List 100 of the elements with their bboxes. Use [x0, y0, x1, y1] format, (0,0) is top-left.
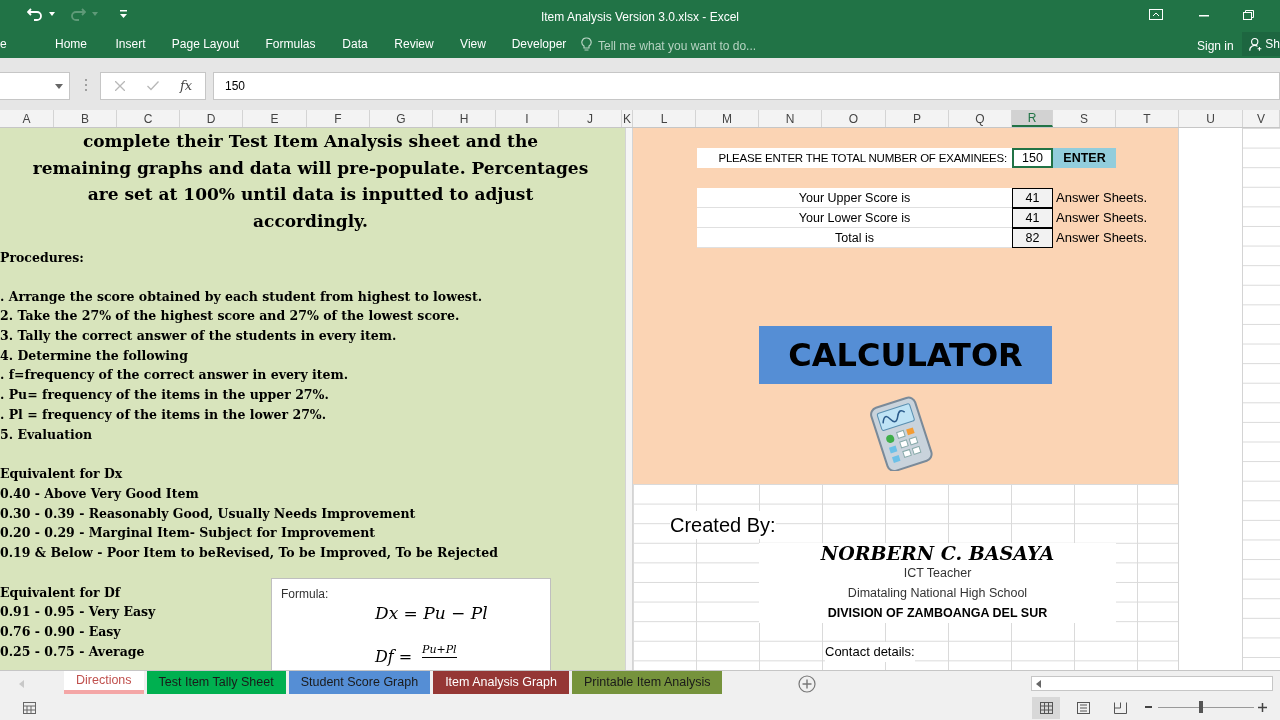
- ribbon-tab[interactable]: Review: [381, 30, 447, 58]
- credit-text: ICT Teacher: [759, 563, 1116, 583]
- result-value: 41: [1012, 188, 1053, 208]
- column-header[interactable]: P: [886, 110, 949, 127]
- column-header[interactable]: C: [117, 110, 180, 127]
- column-header[interactable]: V: [1243, 110, 1280, 127]
- rating-text: 0.30 - 0.39 - Reasonably Good, Usually Needs Improvement: [0, 504, 416, 523]
- column-header[interactable]: G: [370, 110, 433, 127]
- ribbon-display-icon[interactable]: [1149, 9, 1163, 20]
- credits-heading: Created By:: [670, 511, 776, 539]
- formula-input[interactable]: 150: [213, 72, 1280, 100]
- column-header[interactable]: A: [0, 110, 54, 127]
- column-header[interactable]: S: [1053, 110, 1116, 127]
- column-header[interactable]: L: [633, 110, 696, 127]
- ribbon-tab[interactable]: Page Layout: [159, 30, 252, 58]
- zoom-in-icon[interactable]: [1258, 703, 1267, 712]
- formula-value: 150: [225, 78, 246, 95]
- page-layout-icon[interactable]: [1077, 702, 1090, 714]
- lightbulb-icon: [581, 37, 592, 52]
- intro-text: accordingly.: [252, 209, 369, 233]
- column-header[interactable]: R: [1012, 110, 1053, 127]
- sheet-tab[interactable]: Student Score Graph: [288, 671, 431, 694]
- unit-text: Answer Sheets.: [1055, 209, 1148, 227]
- horizontal-scrollbar[interactable]: [1031, 676, 1273, 691]
- column-header[interactable]: N: [759, 110, 822, 127]
- enter-button[interactable]: ENTER: [1053, 148, 1116, 168]
- sheet-tab[interactable]: Printable Item Analysis: [572, 671, 723, 694]
- procedure-step: . Pl = frequency of the items in the lower 27%.: [0, 404, 327, 425]
- checkmark-icon[interactable]: [147, 81, 159, 91]
- sheet-tab[interactable]: Test Item Tally Sheet: [146, 671, 286, 694]
- procedure-step: . f=frequency of the correct answer in every item.: [0, 365, 349, 386]
- credit-text: Dimataling National High School: [759, 583, 1116, 603]
- sign-in-link[interactable]: Sign in: [1197, 37, 1234, 55]
- unit-text: Answer Sheets.: [1055, 229, 1148, 247]
- grid-icon: [1039, 702, 1053, 714]
- contact-label: Contact details:: [825, 642, 915, 662]
- formula-label: Formula:: [281, 586, 329, 603]
- rating-text: 0.91 - 0.95 - Very Easy: [0, 603, 156, 622]
- ribbon-tab[interactable]: Formulas: [252, 30, 329, 58]
- section-heading: Equivalent for Dx: [0, 465, 123, 484]
- ribbon-tab[interactable]: Developer: [499, 30, 579, 58]
- author-name: NORBERN C. BASAYA: [759, 543, 1116, 563]
- person-add-icon: [1249, 36, 1263, 52]
- ribbon-tab[interactable]: e: [0, 30, 40, 58]
- slider-thumb[interactable]: [1199, 701, 1204, 713]
- column-header[interactable]: E: [243, 110, 307, 127]
- tell-me-field[interactable]: Tell me what you want to do...: [598, 37, 757, 55]
- caret-icon[interactable]: [49, 12, 55, 16]
- column-header[interactable]: D: [180, 110, 243, 127]
- normal-view-button[interactable]: [1032, 697, 1060, 719]
- result-label: Your Upper Score is: [697, 188, 1012, 208]
- ribbon-tab[interactable]: Data: [329, 30, 381, 58]
- procedure-step: 2. Take the 27% of the highest score and 27% of the lowest score.: [0, 306, 460, 327]
- section-heading: Procedures:: [0, 249, 84, 267]
- column-header[interactable]: K: [622, 110, 633, 127]
- ribbon-tab[interactable]: Insert: [102, 30, 159, 58]
- macro-record-icon[interactable]: [23, 702, 36, 714]
- rating-text: 0.40 - Above Very Good Item: [0, 484, 199, 503]
- procedure-step: 3. Tally the correct answer of the students in every item.: [0, 326, 397, 346]
- column-header[interactable]: M: [696, 110, 759, 127]
- examinees-input[interactable]: 150: [1012, 148, 1053, 168]
- intro-text: complete their Test Item Analysis sheet and the: [81, 130, 540, 153]
- window-title: Item Analysis Version 3.0.xlsx - Excel: [540, 9, 740, 26]
- rating-text: 0.76 - 0.90 - Easy: [0, 623, 121, 641]
- resize-handle-icon[interactable]: [85, 79, 87, 91]
- column-header[interactable]: F: [307, 110, 370, 127]
- formula-text: Dx = Pu − Pl: [375, 602, 488, 625]
- restore-icon[interactable]: [1243, 10, 1254, 20]
- ribbon-tab[interactable]: Home: [40, 30, 102, 58]
- column-header[interactable]: I: [496, 110, 559, 127]
- ribbon-tab[interactable]: View: [447, 30, 499, 58]
- column-header[interactable]: B: [54, 110, 117, 127]
- share-button[interactable]: Sh: [1242, 32, 1280, 56]
- page-break-icon[interactable]: [1114, 702, 1127, 714]
- scroll-left-icon[interactable]: [1036, 679, 1041, 688]
- zoom-slider[interactable]: [1158, 701, 1254, 715]
- column-header[interactable]: H: [433, 110, 496, 127]
- column-header[interactable]: U: [1179, 110, 1243, 127]
- column-header[interactable]: T: [1116, 110, 1179, 127]
- sheet-tab[interactable]: Item Analysis Graph: [433, 671, 569, 694]
- rating-text: 0.25 - 0.75 - Average: [0, 642, 145, 661]
- procedure-step: . Arrange the score obtained by each student from highest to lowest.: [0, 286, 483, 307]
- procedure-step: 5. Evaluation: [0, 424, 93, 445]
- column-header[interactable]: J: [559, 110, 622, 127]
- add-sheet-icon[interactable]: [798, 675, 816, 693]
- sheet-tab[interactable]: Directions: [64, 671, 144, 694]
- intro-text: remaining graphs and data will pre-populate. Percentages: [31, 156, 590, 180]
- formula-text: Df =: [375, 647, 413, 667]
- insert-function-button[interactable]: fx: [180, 76, 193, 96]
- result-label: Your Lower Score is: [697, 208, 1012, 228]
- caret-icon[interactable]: [55, 83, 63, 89]
- column-header[interactable]: O: [822, 110, 886, 127]
- section-heading: Equivalent for Df: [0, 583, 121, 602]
- procedure-step: . Pu= frequency of the items in the upper 27%.: [0, 385, 329, 405]
- undo-icon[interactable]: [27, 7, 43, 21]
- customize-toolbar-icon[interactable]: [120, 10, 127, 18]
- calculator-banner: CALCULATOR: [759, 326, 1052, 384]
- prompt-label: PLEASE ENTER THE TOTAL NUMBER OF EXAMINEES:: [697, 148, 1012, 168]
- credit-text: DIVISION OF ZAMBOANGA DEL SUR: [759, 603, 1116, 623]
- intro-text: are set at 100% until data is inputted to adjust: [86, 183, 535, 206]
